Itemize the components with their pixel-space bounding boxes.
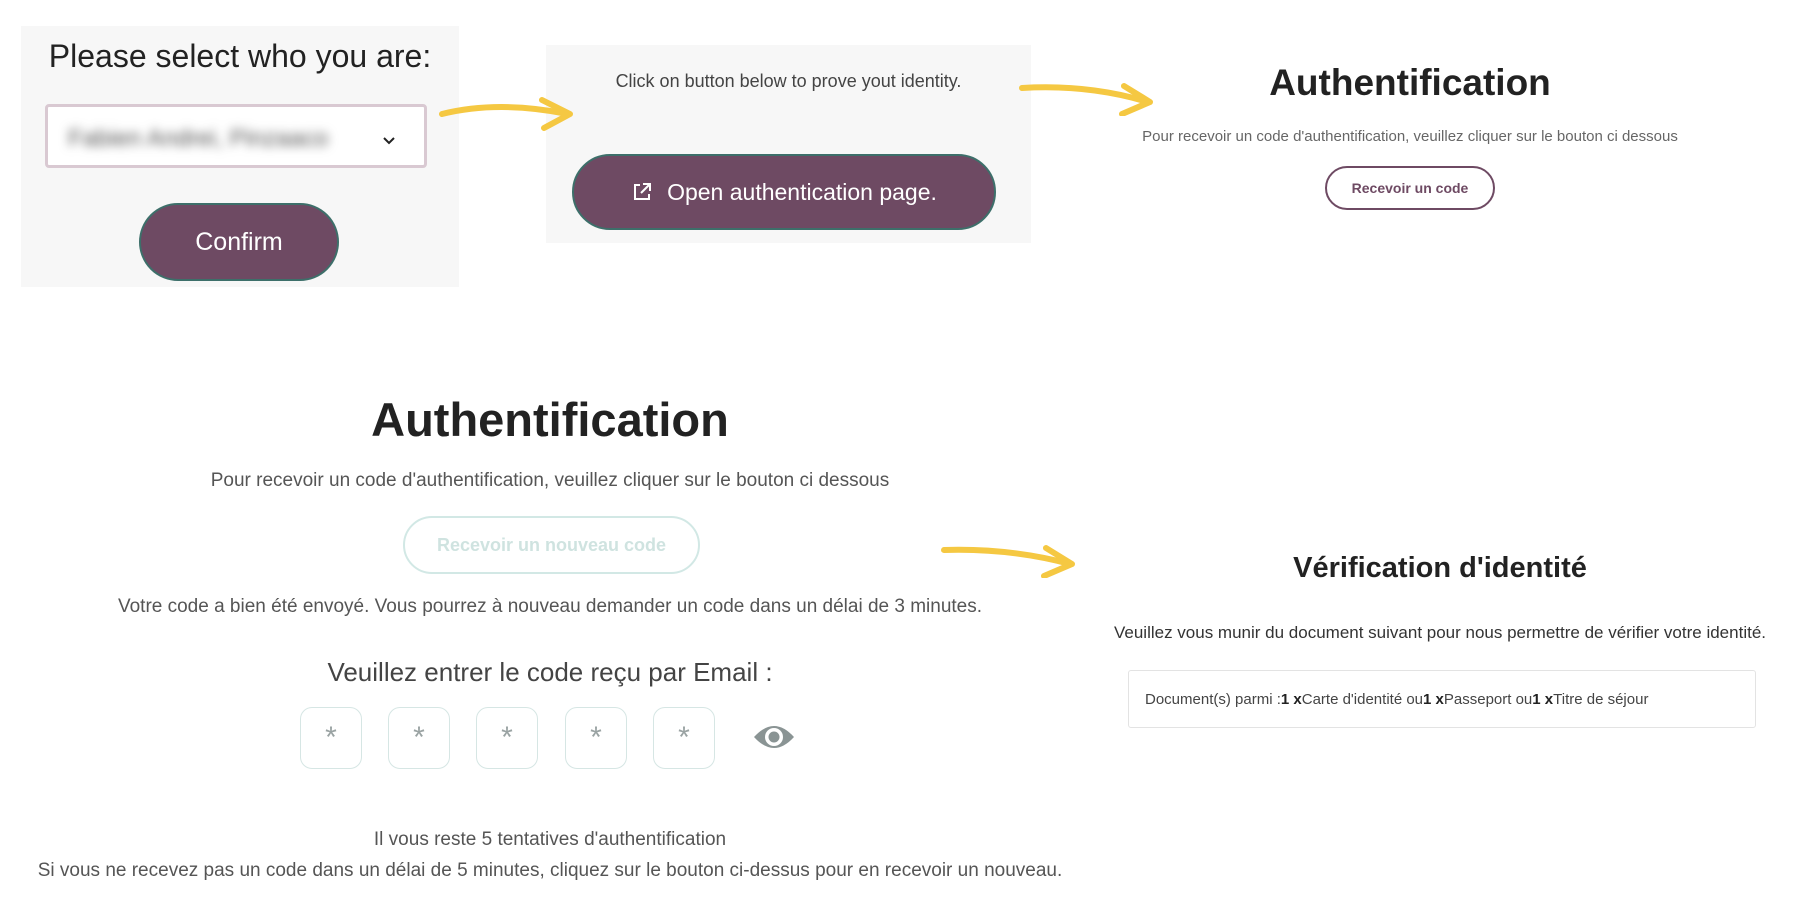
document-quantity-1: 1 x: [1280, 690, 1302, 708]
code-digit-input-2[interactable]: *: [388, 707, 450, 769]
identity-select[interactable]: Fabien Andrei, Pinzaaco: [45, 104, 427, 168]
verification-title: Vérification d'identité: [1293, 552, 1587, 584]
eye-icon[interactable]: [752, 719, 796, 755]
select-identity-title: Please select who you are:: [48, 38, 432, 74]
code-digit-input-1[interactable]: *: [300, 707, 362, 769]
resend-hint-text: Si vous ne recevez pas un code dans un d…: [37, 860, 1063, 881]
attempts-remaining-text: Il vous reste 5 tentatives d'authentific…: [373, 829, 727, 850]
confirm-button[interactable]: Confirm: [139, 203, 339, 281]
document-quantity-2: 1 x: [1423, 690, 1444, 708]
document-quantity-3: 1 x: [1532, 690, 1554, 708]
identity-select-value: Fabien Andrei, Pinzaaco: [68, 125, 329, 152]
verification-description: Veuillez vous munir du document suivant …: [1113, 623, 1766, 642]
open-authentication-label: Open authentication page.: [667, 178, 937, 205]
select-identity-panel: Please select who you are: Fabien Andrei…: [21, 26, 459, 287]
document-prefix: Document(s) parmi :: [1145, 690, 1281, 708]
document-item-3: Titre de séjour: [1553, 690, 1649, 708]
open-authentication-button[interactable]: Open authentication page.: [572, 154, 996, 230]
prove-identity-panel: Click on button below to prove yout iden…: [546, 45, 1031, 243]
code-digit-input-5[interactable]: *: [653, 707, 715, 769]
code-sent-message: Votre code a bien été envoyé. Vous pourr…: [117, 596, 983, 617]
auth-code-description: Pour recevoir un code d'authentification…: [210, 470, 890, 491]
arrow-right-icon: [439, 97, 573, 131]
document-requirements-box: Document(s) parmi : 1 x Carte d'identité…: [1128, 670, 1756, 728]
document-item-1: Carte d'identité ou: [1301, 690, 1424, 708]
document-item-2: Passeport ou: [1443, 690, 1533, 708]
enter-code-label: Veuillez entrer le code reçu par Email :: [327, 657, 773, 687]
code-digit-input-3[interactable]: *: [476, 707, 538, 769]
receive-new-code-button[interactable]: Recevoir un nouveau code: [403, 516, 700, 574]
arrow-right-icon: [941, 545, 1075, 578]
auth-title: Authentification: [1269, 62, 1551, 103]
external-link-icon: [634, 183, 652, 200]
arrow-right-icon: [1019, 83, 1153, 116]
auth-code-title: Authentification: [371, 393, 729, 446]
code-digit-input-4[interactable]: *: [565, 707, 627, 769]
prove-identity-text: Click on button below to prove yout iden…: [615, 71, 962, 91]
receive-code-button[interactable]: Recevoir un code: [1325, 166, 1495, 210]
chevron-down-icon: [383, 137, 395, 145]
auth-description: Pour recevoir un code d'authentification…: [1142, 128, 1678, 145]
